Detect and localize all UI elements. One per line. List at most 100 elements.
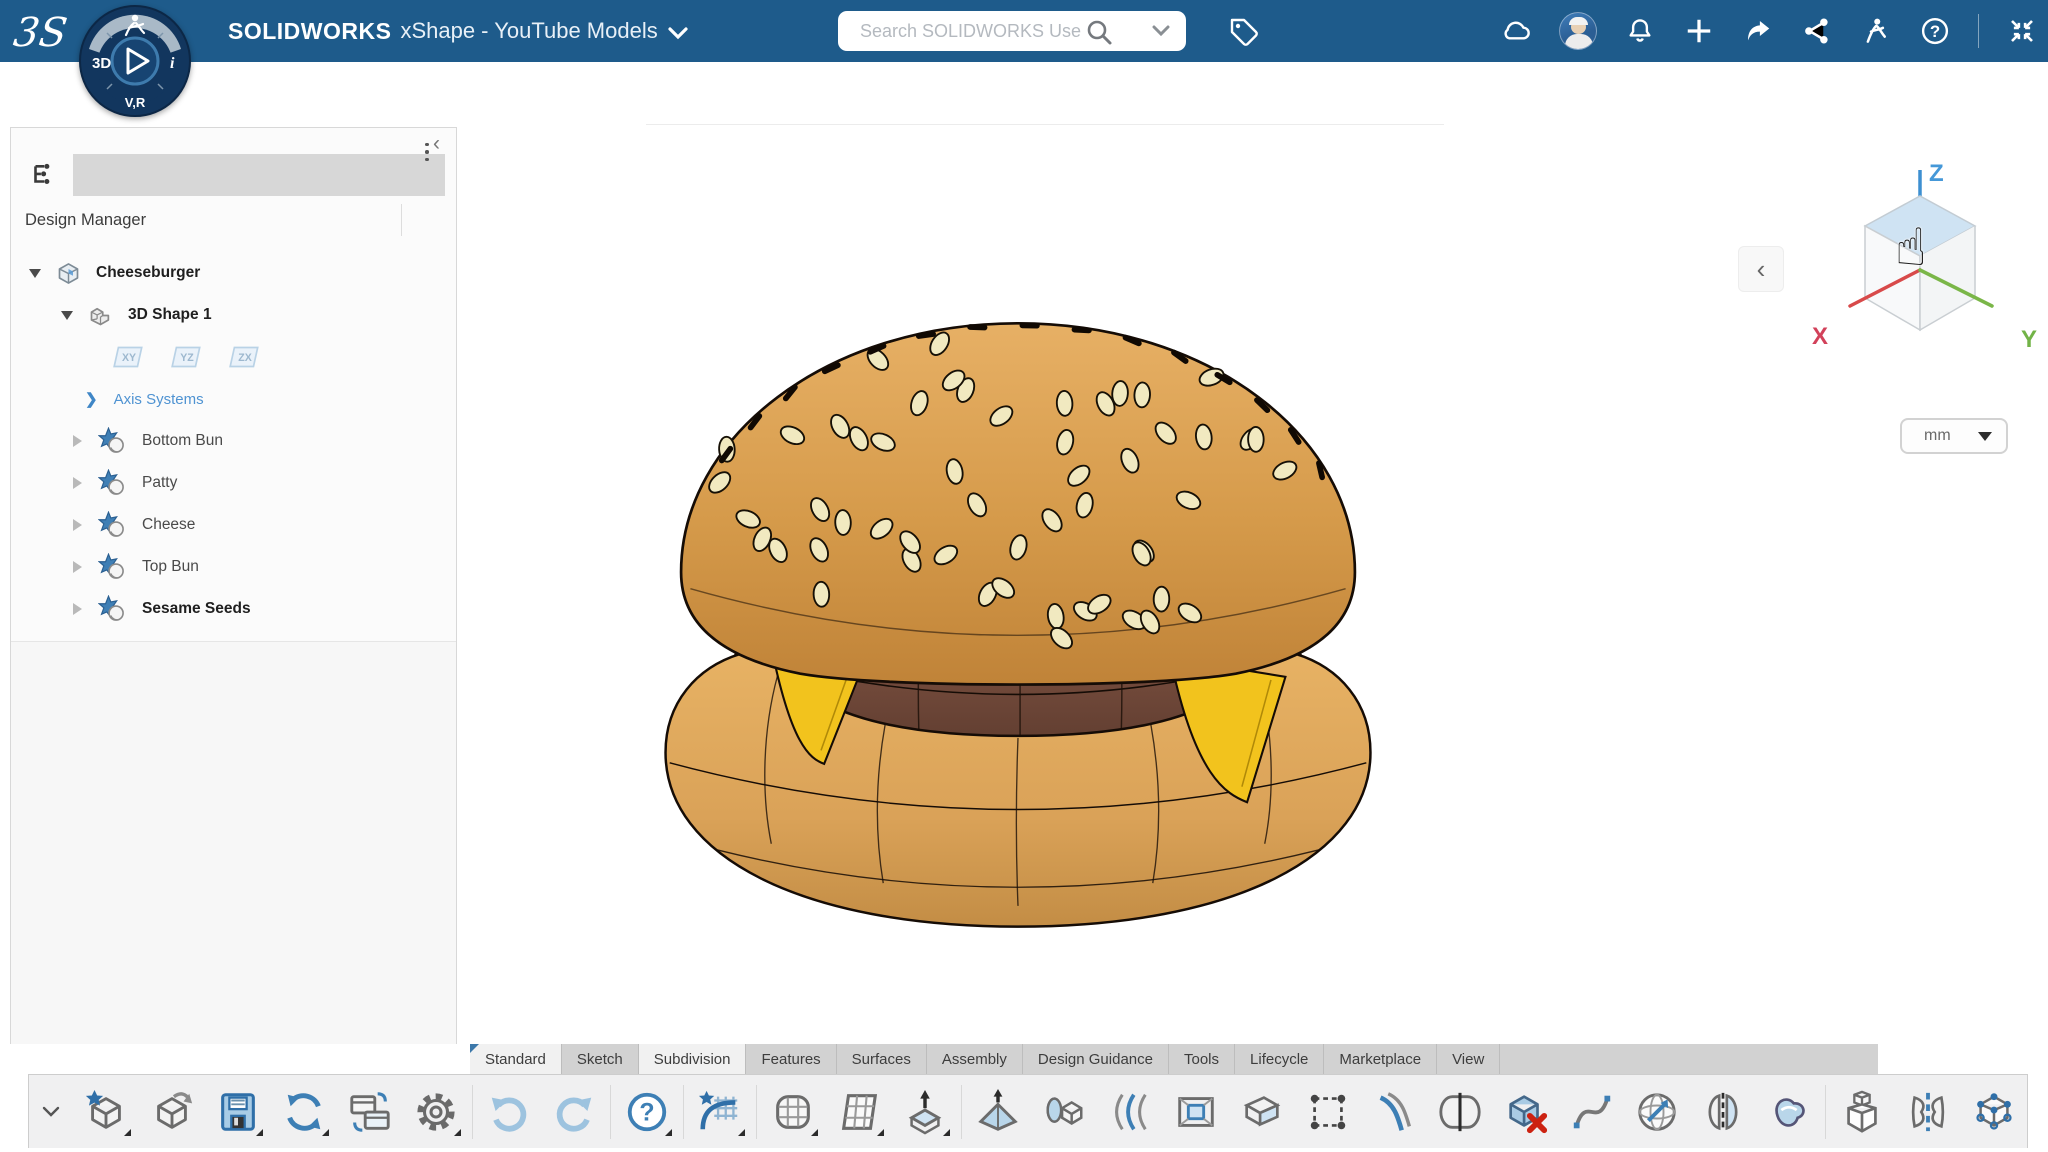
tab-surfaces[interactable]: Surfaces [837,1044,927,1074]
sync-icon [281,1089,327,1135]
tree-item-root[interactable]: Cheeseburger [11,252,456,294]
expander-right-icon[interactable] [73,519,82,531]
tab-label: Standard [485,1051,546,1068]
expander-down-icon[interactable] [61,311,73,320]
offset-face-button[interactable] [1163,1080,1229,1144]
tab-label: View [1452,1051,1484,1068]
search-input[interactable] [838,21,1088,42]
tree-item-shape[interactable]: 3D Shape 1 [11,294,456,336]
panel-menu-kebab-icon[interactable] [418,138,436,166]
undo-button[interactable] [476,1080,542,1144]
tab-design-tree[interactable] [11,154,73,196]
notifications-icon[interactable] [1624,15,1656,47]
subdivision-part-icon [98,469,126,497]
planar-mesh-button[interactable] [826,1080,892,1144]
cloud-icon[interactable] [1500,15,1532,47]
combine-button[interactable] [1829,1080,1895,1144]
tree-item-label: Sesame Seeds [142,600,251,618]
compass-south-label[interactable]: V,R [125,95,146,110]
compass-west-label[interactable]: 3D [92,55,111,72]
tab-lifecycle[interactable]: Lifecycle [1235,1044,1324,1074]
tag-icon[interactable] [1224,12,1262,50]
tree-item-cheese[interactable]: Cheese [11,504,456,546]
search-box[interactable] [838,11,1186,51]
options-button[interactable] [403,1080,469,1144]
expander-right-icon[interactable] [73,435,82,447]
curve-button[interactable] [1559,1080,1625,1144]
viewport-guide-line [646,124,1444,125]
top-bun-body[interactable] [681,323,1355,684]
thicken-button[interactable] [1361,1080,1427,1144]
share-nodes-icon[interactable] [1801,15,1833,47]
sync-button[interactable] [271,1080,337,1144]
plane-yz-icon[interactable]: YZ [169,341,205,373]
extrude-cage-button[interactable] [892,1080,958,1144]
tab-marketplace[interactable]: Marketplace [1324,1044,1437,1074]
view-toolbar-expand-chevron[interactable]: ‹ [1738,246,1784,292]
redo-button[interactable] [542,1080,608,1144]
new-part-button[interactable] [73,1080,139,1144]
toolbar-collapse-chevron-icon[interactable] [29,1106,73,1118]
tab-design-guidance[interactable]: Design Guidance [1023,1044,1169,1074]
save-button[interactable] [205,1080,271,1144]
axis-x-label[interactable]: X [1812,323,1828,351]
tree-item-patty[interactable]: Patty [11,462,456,504]
expander-down-icon[interactable] [29,269,41,278]
tab-assembly[interactable]: Assembly [927,1044,1023,1074]
plane-zx-icon[interactable]: ZX [227,341,263,373]
share-icon[interactable] [1742,15,1774,47]
subdivide-button[interactable] [1961,1080,2027,1144]
help-icon [624,1089,670,1135]
expander-right-icon[interactable] [73,561,82,573]
help-button[interactable] [614,1080,680,1144]
revolve-button[interactable] [1031,1080,1097,1144]
axis-z-label[interactable]: Z [1929,160,1944,188]
thicken-icon [1371,1089,1417,1135]
symmetry-button[interactable] [1895,1080,1961,1144]
tab-view[interactable]: View [1437,1044,1500,1074]
units-value: mm [1902,427,1978,445]
toolbar-separator [472,1085,473,1139]
import-export-button[interactable] [337,1080,403,1144]
transform-button[interactable] [965,1080,1031,1144]
tab-tools[interactable]: Tools [1169,1044,1235,1074]
tree-item-axis-systems[interactable]: ❯ Axis Systems [11,378,456,420]
search-scope-chevron-icon[interactable] [1152,25,1170,37]
plane-xy-icon[interactable]: XY [111,341,147,373]
flex-button[interactable] [1229,1080,1295,1144]
expander-right-icon[interactable] [73,477,82,489]
expander-right-icon[interactable] [73,603,82,615]
communities-icon[interactable] [1860,15,1892,47]
tab-sketch[interactable]: Sketch [562,1044,639,1074]
help-icon[interactable] [1919,15,1951,47]
tree-item-sesame-seeds[interactable]: Sesame Seeds [11,588,456,630]
sphere-button[interactable] [1625,1080,1691,1144]
delete-face-button[interactable] [1493,1080,1559,1144]
tree-item-bottom-bun[interactable]: Bottom Bun [11,420,456,462]
tab-standard[interactable]: Standard [470,1044,562,1074]
box-primitive-button[interactable] [760,1080,826,1144]
3dexperience-compass[interactable]: 3D i V,R [76,2,194,120]
chevron-right-icon[interactable]: ❯ [85,390,98,408]
tab-label: Surfaces [852,1051,911,1068]
units-dropdown[interactable]: mm [1900,418,2008,454]
wrap-button[interactable] [1756,1080,1822,1144]
axis-y-label[interactable]: Y [2021,326,2037,354]
collapse-window-icon[interactable] [2006,15,2038,47]
title-chevron-down-icon[interactable] [667,26,689,40]
lattice-button[interactable] [1295,1080,1361,1144]
tree-item-top-bun[interactable]: Top Bun [11,546,456,588]
add-icon[interactable] [1683,15,1715,47]
tab-subdivision[interactable]: Subdivision [639,1044,747,1074]
search-icon[interactable] [1084,18,1114,48]
open-part-button[interactable] [139,1080,205,1144]
tab-features[interactable]: Features [746,1044,836,1074]
split-body-button[interactable] [1427,1080,1493,1144]
compass-east-label[interactable]: i [170,55,175,72]
user-avatar[interactable] [1559,12,1597,50]
split-plane-button[interactable] [1690,1080,1756,1144]
sketch-button[interactable] [687,1080,753,1144]
bend-button[interactable] [1097,1080,1163,1144]
cheeseburger-3d-model[interactable] [652,315,1384,937]
3ds-logo[interactable]: 3S [10,4,72,60]
